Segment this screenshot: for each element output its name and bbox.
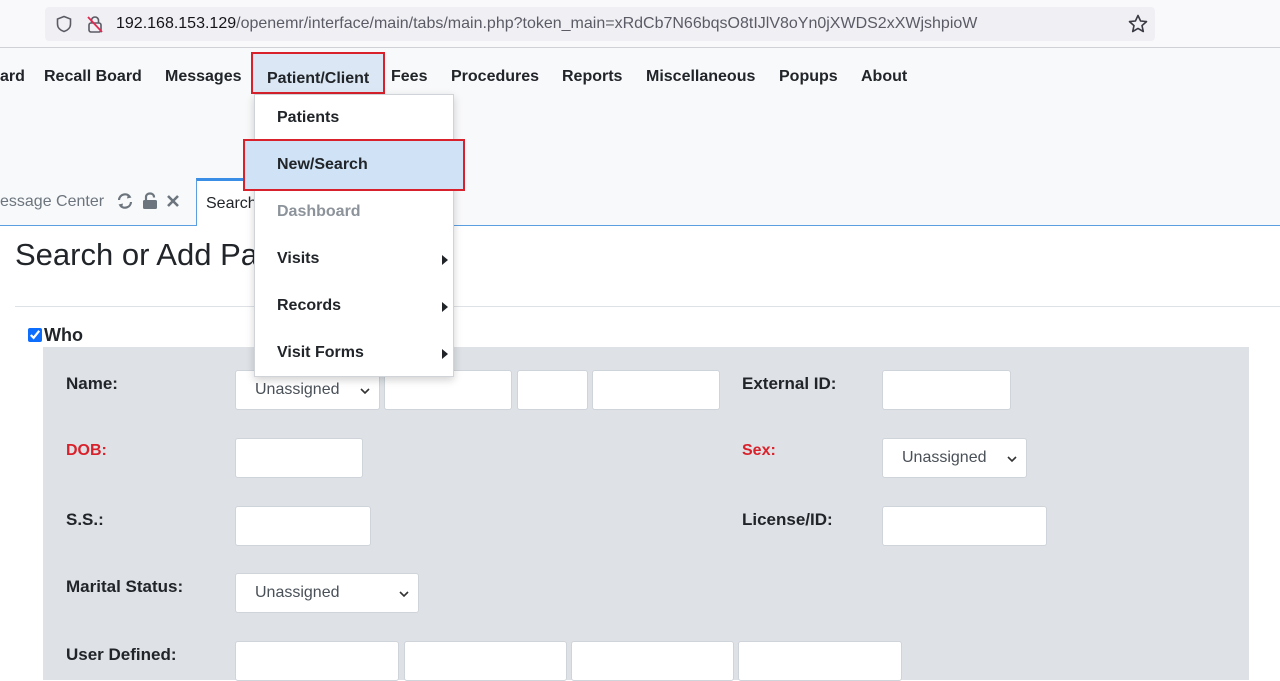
nav-miscellaneous[interactable]: Miscellaneous	[646, 68, 755, 86]
external-id-input[interactable]	[882, 370, 1011, 410]
tab-bar: essage Center Search	[0, 178, 1280, 226]
name-title-value: Unassigned	[255, 381, 340, 398]
last-name-input[interactable]	[592, 370, 720, 410]
license-id-input[interactable]	[882, 506, 1047, 546]
caret-right-icon	[442, 302, 448, 312]
main-nav: ard Recall Board Messages Patient/Client…	[0, 48, 1280, 178]
menu-item-patients-label: Patients	[277, 109, 340, 126]
ss-input[interactable]	[235, 506, 371, 546]
nav-about[interactable]: About	[861, 68, 907, 86]
url-path: /openemr/interface/main/tabs/main.php?to…	[236, 15, 978, 32]
marital-status-label: Marital Status:	[66, 577, 184, 596]
nav-recall-board[interactable]: Recall Board	[44, 68, 142, 86]
user-defined-4-input[interactable]	[738, 641, 902, 681]
tab-message-center[interactable]: essage Center	[0, 192, 179, 211]
who-form-panel: Name: Unassigned External ID: DOB: Sex: …	[43, 347, 1249, 681]
name-label: Name:	[66, 374, 118, 393]
menu-item-patients[interactable]: Patients	[255, 95, 455, 141]
menu-item-visits[interactable]: Visits	[255, 236, 455, 282]
nav-procedures[interactable]: Procedures	[451, 68, 539, 86]
user-defined-label: User Defined:	[66, 645, 177, 664]
sex-label: Sex:	[742, 442, 776, 459]
tab-search-label: Search	[206, 195, 257, 212]
patient-client-dropdown: Patients Dashboard Visits Records Visit …	[254, 94, 454, 377]
ss-label: S.S.:	[66, 510, 104, 529]
menu-item-dashboard-label: Dashboard	[277, 203, 361, 220]
refresh-icon[interactable]	[116, 192, 134, 210]
nav-messages[interactable]: Messages	[165, 68, 242, 86]
insecure-lock-icon[interactable]	[85, 14, 105, 34]
nav-reports[interactable]: Reports	[562, 68, 622, 86]
url-text[interactable]: 192.168.153.129/openemr/interface/main/t…	[116, 15, 977, 33]
nav-fees[interactable]: Fees	[391, 68, 427, 86]
sex-select[interactable]: Unassigned	[882, 438, 1027, 478]
caret-right-icon	[442, 349, 448, 359]
shield-icon[interactable]	[55, 15, 73, 33]
nav-popups[interactable]: Popups	[779, 68, 838, 86]
caret-right-icon	[442, 255, 448, 265]
nav-dashboard[interactable]: ard	[0, 68, 25, 86]
nav-patient-client-label: Patient/Client	[267, 70, 370, 87]
menu-item-visit-forms[interactable]: Visit Forms	[255, 330, 455, 376]
page-title: Search or Add Pa	[15, 237, 258, 272]
middle-name-input[interactable]	[517, 370, 588, 410]
chevron-down-icon	[1007, 456, 1017, 463]
marital-status-value: Unassigned	[255, 584, 340, 601]
menu-item-new-search[interactable]: New/Search	[243, 139, 465, 191]
user-defined-3-input[interactable]	[571, 641, 734, 681]
license-id-label: License/ID:	[742, 510, 833, 529]
menu-item-visit-forms-label: Visit Forms	[277, 344, 364, 361]
marital-status-select[interactable]: Unassigned	[235, 573, 419, 613]
chevron-down-icon	[399, 591, 409, 598]
who-checkbox[interactable]	[28, 328, 42, 342]
chevron-down-icon	[360, 388, 370, 395]
tab-message-center-label: essage Center	[0, 193, 105, 210]
user-defined-1-input[interactable]	[235, 641, 399, 681]
menu-item-records-label: Records	[277, 297, 342, 314]
external-id-label: External ID:	[742, 374, 837, 393]
who-section-toggle[interactable]: Who	[28, 325, 83, 346]
browser-toolbar: 192.168.153.129/openemr/interface/main/t…	[0, 0, 1280, 48]
url-host: 192.168.153.129	[116, 15, 237, 32]
address-bar[interactable]: 192.168.153.129/openemr/interface/main/t…	[45, 7, 1155, 41]
sex-value: Unassigned	[902, 449, 987, 466]
unlock-icon[interactable]	[142, 192, 158, 210]
menu-item-visits-label: Visits	[277, 250, 320, 267]
who-label: Who	[44, 325, 83, 345]
user-defined-2-input[interactable]	[404, 641, 567, 681]
close-icon[interactable]	[166, 192, 180, 210]
dob-label: DOB:	[66, 442, 107, 459]
menu-item-records[interactable]: Records	[255, 283, 455, 329]
bookmark-star-icon[interactable]	[1127, 13, 1149, 35]
divider	[15, 306, 1280, 307]
menu-item-new-search-label: New/Search	[277, 156, 368, 173]
menu-item-dashboard: Dashboard	[255, 189, 455, 235]
dob-input[interactable]	[235, 438, 363, 478]
nav-patient-client[interactable]: Patient/Client	[251, 52, 385, 94]
